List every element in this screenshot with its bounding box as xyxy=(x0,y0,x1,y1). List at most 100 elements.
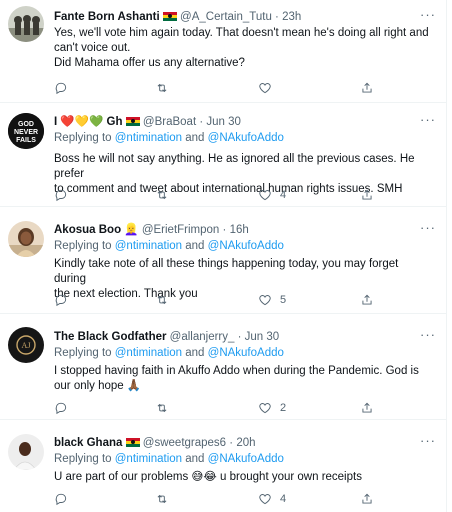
more-dots-icon[interactable]: ··· xyxy=(420,328,436,344)
tweet-4[interactable]: AJ The Black Godfather @allanjerry_ · Ju… xyxy=(0,314,446,420)
share-button[interactable] xyxy=(360,491,374,507)
tweet-line: I stopped having faith in Akuffo Addo wh… xyxy=(54,365,419,377)
avatar[interactable] xyxy=(8,6,44,42)
share-icon xyxy=(362,493,372,504)
heart-icon xyxy=(259,403,271,414)
display-name[interactable]: black Ghana xyxy=(54,437,122,449)
tweet-line: can't voice out. xyxy=(54,42,131,54)
tweet-text: Yes, we'll vote him again today. That do… xyxy=(54,26,432,71)
retweet-button[interactable] xyxy=(155,491,177,507)
mention-link[interactable]: @ntimination xyxy=(115,347,182,359)
reply-button[interactable] xyxy=(54,187,76,203)
share-button[interactable] xyxy=(360,80,374,96)
retweet-button[interactable] xyxy=(155,80,177,96)
separator: · xyxy=(222,224,227,236)
replying-label: Replying to xyxy=(54,347,112,359)
timestamp[interactable]: 23h xyxy=(282,11,301,23)
tweet-line: our only hope 🙏🏾 xyxy=(54,380,142,392)
replying-label: Replying to xyxy=(54,240,112,252)
ghana-flag-icon xyxy=(162,12,177,21)
more-dots-icon[interactable]: ··· xyxy=(420,113,436,129)
speech-bubble-icon xyxy=(55,294,67,307)
tweet-actions: 4 xyxy=(54,187,372,203)
tweet-header: Akosua Boo 👱‍♀️ @ErietFrimpon · 16h xyxy=(54,223,418,237)
handle[interactable]: @A_Certain_Tutu xyxy=(180,11,272,23)
replying-to: Replying to @ntimination and @NAkufoAddo xyxy=(54,240,284,252)
retweet-icon xyxy=(157,403,167,413)
and-label: and xyxy=(185,347,205,359)
speech-bubble-icon xyxy=(55,82,67,95)
mention-link[interactable]: @ntimination xyxy=(115,453,182,465)
avatar[interactable]: GOD NEVER FAILS xyxy=(8,113,44,149)
mention-link[interactable]: @ntimination xyxy=(115,132,182,144)
mention-link[interactable]: @NAkufoAddo xyxy=(208,132,284,144)
mention-link[interactable]: @ntimination xyxy=(115,240,182,252)
replying-label: Replying to xyxy=(54,453,112,465)
retweet-icon xyxy=(157,83,167,93)
and-label: and xyxy=(185,453,205,465)
like-button[interactable]: 4 xyxy=(258,491,286,507)
like-button[interactable] xyxy=(258,80,280,96)
handle[interactable]: @sweetgrapes6 xyxy=(143,437,226,449)
like-button[interactable]: 5 xyxy=(258,292,286,308)
ghana-flag-icon xyxy=(125,438,140,447)
tweet-actions: 2 xyxy=(54,400,372,416)
timestamp[interactable]: Jun 30 xyxy=(206,116,241,128)
tweet-header: Fante Born Ashanti @A_Certain_Tutu · 23h xyxy=(54,10,418,24)
display-name[interactable]: Fante Born Ashanti xyxy=(54,11,160,23)
share-icon xyxy=(362,82,372,93)
timestamp[interactable]: 16h xyxy=(230,224,249,236)
more-dots-icon[interactable]: ··· xyxy=(420,221,436,237)
retweet-button[interactable] xyxy=(155,187,177,203)
avatar-text: FAILS xyxy=(16,137,36,144)
avatar-text: GOD xyxy=(18,121,34,128)
display-name[interactable]: Akosua Boo xyxy=(54,224,121,236)
handle[interactable]: @ErietFrimpon xyxy=(142,224,220,236)
avatar[interactable]: AJ xyxy=(8,327,44,363)
timestamp[interactable]: 20h xyxy=(236,437,255,449)
retweet-button[interactable] xyxy=(155,292,177,308)
replying-label: Replying to xyxy=(54,132,112,144)
handle[interactable]: @allanjerry_ xyxy=(170,331,235,343)
reply-button[interactable] xyxy=(54,400,76,416)
like-button[interactable]: 2 xyxy=(258,400,286,416)
tweet-line: U are part of our problems 😅😂 u brought … xyxy=(54,471,362,483)
replying-to: Replying to @ntimination and @NAkufoAddo xyxy=(54,453,284,465)
retweet-button[interactable] xyxy=(155,400,177,416)
like-button[interactable]: 4 xyxy=(258,187,286,203)
more-dots-icon[interactable]: ··· xyxy=(420,8,436,24)
like-count: 4 xyxy=(280,189,287,201)
share-button[interactable] xyxy=(360,400,374,416)
mention-link[interactable]: @NAkufoAddo xyxy=(208,453,284,465)
avatar[interactable] xyxy=(8,221,44,257)
avatar[interactable] xyxy=(8,434,44,470)
more-dots-icon[interactable]: ··· xyxy=(420,434,436,450)
ghana-flag-icon xyxy=(125,117,140,126)
timestamp[interactable]: Jun 30 xyxy=(245,331,280,343)
display-name[interactable]: I ❤️💛💚 Gh xyxy=(54,116,123,128)
heart-icon xyxy=(259,494,271,505)
share-button[interactable] xyxy=(360,292,374,308)
mention-link[interactable]: @NAkufoAddo xyxy=(208,347,284,359)
tweet-2[interactable]: GOD NEVER FAILS I ❤️💛💚 Gh @BraBoat · Jun… xyxy=(0,103,446,207)
retweet-icon xyxy=(157,494,167,504)
reply-button[interactable] xyxy=(54,491,76,507)
mention-link[interactable]: @NAkufoAddo xyxy=(208,240,284,252)
tweet-actions: 5 xyxy=(54,292,372,308)
share-icon xyxy=(362,294,372,305)
replying-to: Replying to @ntimination and @NAkufoAddo xyxy=(54,347,284,359)
speech-bubble-icon xyxy=(55,402,67,415)
reply-button[interactable] xyxy=(54,292,76,308)
share-button[interactable] xyxy=(360,187,374,203)
tweet-1[interactable]: Fante Born Ashanti @A_Certain_Tutu · 23h… xyxy=(0,0,446,103)
avatar-text: NEVER xyxy=(14,129,38,136)
handle[interactable]: @BraBoat xyxy=(143,116,196,128)
like-count: 4 xyxy=(280,493,287,505)
tweet-3[interactable]: Akosua Boo 👱‍♀️ @ErietFrimpon · 16h ··· … xyxy=(0,207,446,314)
reply-button[interactable] xyxy=(54,80,76,96)
separator: · xyxy=(199,116,204,128)
tweet-5[interactable]: black Ghana @sweetgrapes6 · 20h ··· Repl… xyxy=(0,420,446,512)
display-name[interactable]: The Black Godfather xyxy=(54,331,166,343)
speech-bubble-icon xyxy=(55,493,67,506)
separator: · xyxy=(275,11,279,23)
